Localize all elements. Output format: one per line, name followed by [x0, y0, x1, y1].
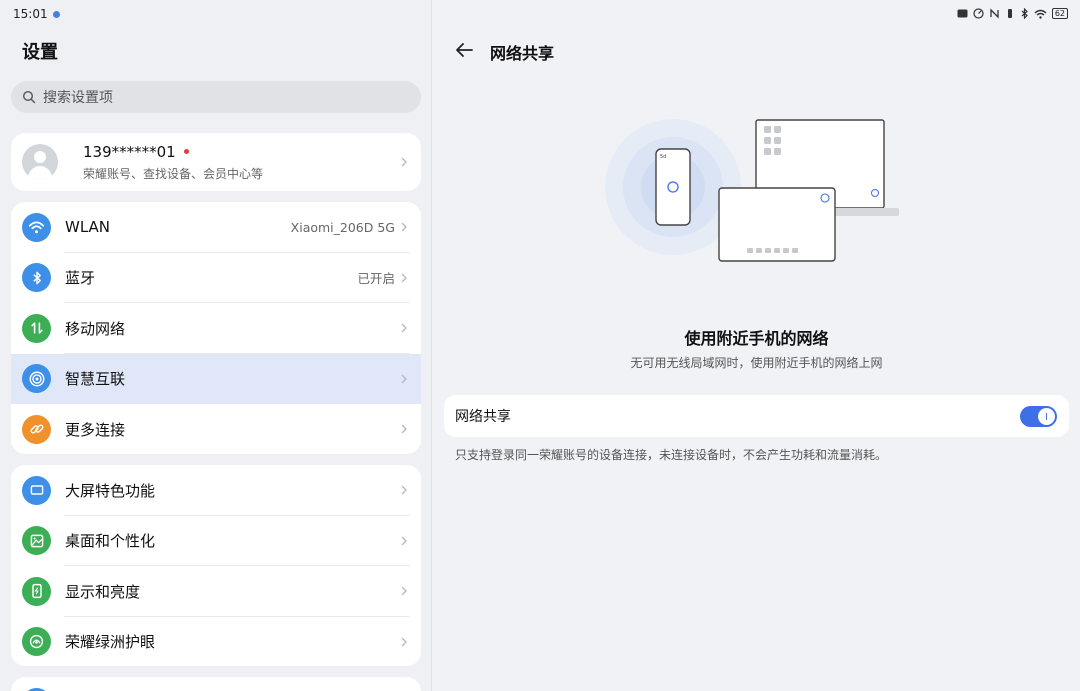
account-name: 139******01 [83, 142, 176, 161]
link-icon [22, 414, 51, 444]
eye-care-icon [22, 627, 51, 657]
sidebar-item-label: 更多连接 [65, 420, 126, 439]
chevron-right-icon [401, 222, 407, 232]
network-sharing-illustration: 5d [605, 119, 899, 262]
sidebar-item-large-screen[interactable]: 大屏特色功能 [11, 465, 421, 516]
avatar [22, 144, 58, 180]
sidebar-item-display[interactable]: 显示和亮度 [11, 566, 421, 617]
message-icon [957, 9, 968, 18]
account-card[interactable]: 139******01 荣耀账号、查找设备、会员中心等 [11, 133, 421, 191]
account-subtitle: 荣耀账号、查找设备、会员中心等 [83, 166, 264, 181]
sidebar-item-label: 蓝牙 [65, 269, 96, 288]
feature-title: 使用附近手机的网络 [684, 329, 829, 348]
sidebar-item-desktop[interactable]: 桌面和个性化 [11, 516, 421, 566]
chevron-right-icon [401, 637, 407, 647]
chevron-right-icon [401, 323, 407, 333]
display-group: 大屏特色功能 桌面和个性化 显示和亮度 荣耀绿洲护眼 [11, 465, 421, 666]
unread-dot-icon [183, 149, 189, 154]
tablet-icon [22, 475, 51, 505]
nfc-icon [990, 8, 999, 19]
sidebar-item-mobile-network[interactable]: 移动网络 [11, 303, 421, 354]
wifi-status-icon [1034, 9, 1047, 19]
bluetooth-value: 已开启 [357, 271, 395, 287]
search-icon [22, 90, 36, 104]
feature-subtitle: 无可用无线局域网时，使用附近手机的网络上网 [630, 356, 883, 370]
smart-connect-icon [22, 364, 51, 394]
settings-sidebar: 15:01 设置 搜索设置项 139******01 荣耀账号、查找设备、会员中… [0, 0, 432, 691]
page-title: 设置 [22, 42, 58, 63]
chevron-right-icon [401, 485, 407, 495]
bluetooth-status-icon [1021, 8, 1028, 19]
phone-signal-label: 5d [660, 154, 666, 160]
sidebar-item-smart-connect[interactable]: 智慧互联 [11, 353, 421, 404]
partial-group [11, 677, 421, 691]
chevron-right-icon [401, 374, 407, 384]
search-input[interactable]: 搜索设置项 [11, 81, 421, 113]
connectivity-group: WLAN Xiaomi_206D 5G 蓝牙 已开启 移动网络 智慧互联 更多连… [11, 202, 421, 454]
bluetooth-icon [22, 263, 51, 293]
sidebar-item-label: 荣耀绿洲护眼 [65, 633, 156, 652]
wifi-icon [22, 212, 51, 242]
sidebar-item-partial[interactable] [11, 677, 421, 691]
chevron-right-icon [401, 157, 407, 167]
display-icon [22, 576, 51, 606]
sidebar-item-eye-care[interactable]: 荣耀绿洲护眼 [11, 617, 421, 667]
chevron-right-icon [401, 273, 407, 283]
sidebar-item-bluetooth[interactable]: 蓝牙 已开启 [11, 253, 421, 303]
status-bar-icons: 62 [957, 8, 1068, 19]
vibrate-icon [1007, 9, 1012, 18]
sidebar-item-label: 大屏特色功能 [65, 481, 156, 500]
chevron-right-icon [401, 586, 407, 596]
time-text: 15:01 [13, 7, 48, 21]
status-time: 15:01 [13, 7, 60, 21]
chevron-right-icon [401, 424, 407, 434]
search-placeholder: 搜索设置项 [43, 90, 113, 106]
sidebar-item-wlan[interactable]: WLAN Xiaomi_206D 5G [11, 202, 421, 253]
sidebar-item-label: 移动网络 [65, 319, 126, 338]
wallpaper-icon [22, 526, 51, 556]
speedometer-icon [973, 8, 984, 19]
network-sharing-setting: 网络共享 [444, 395, 1069, 437]
sidebar-item-label: 桌面和个性化 [65, 532, 156, 551]
detail-pane: 62 网络共享 5d 使用附近手机的网络 无可用无线局域网时，使用附近手机的网络… [433, 0, 1080, 691]
battery-icon: 62 [1051, 8, 1068, 19]
network-sharing-note: 只支持登录同一荣耀账号的设备连接，未连接设备时，不会产生功耗和流量消耗。 [455, 448, 888, 462]
sidebar-item-more-connections[interactable]: 更多连接 [11, 404, 421, 454]
network-sharing-toggle[interactable] [1020, 406, 1057, 427]
mobile-data-icon [22, 313, 51, 343]
sidebar-item-label: WLAN [65, 218, 111, 237]
chevron-right-icon [401, 536, 407, 546]
wlan-value: Xiaomi_206D 5G [290, 219, 395, 235]
detail-title: 网络共享 [490, 44, 555, 63]
toggle-knob [1038, 408, 1055, 425]
notification-dot-icon [52, 10, 60, 18]
back-arrow-icon[interactable] [454, 40, 474, 60]
sidebar-item-label: 显示和亮度 [65, 582, 141, 601]
sidebar-item-label: 智慧互联 [65, 370, 126, 389]
network-sharing-label: 网络共享 [455, 409, 511, 425]
